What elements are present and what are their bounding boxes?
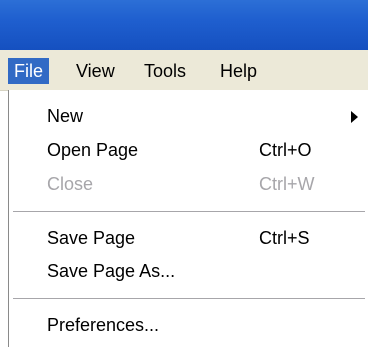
menu-view[interactable]: View — [70, 58, 121, 84]
menu-item-preferences-label: Preferences... — [47, 315, 160, 335]
submenu-arrow-icon — [351, 111, 358, 123]
menu-item-save-page-as[interactable]: Save Page As... — [47, 258, 367, 284]
shortcut-open-page: Ctrl+O — [259, 140, 312, 160]
menu-item-save-page-label: Save Page — [47, 228, 136, 248]
menu-item-close-label: Close — [47, 174, 94, 194]
menu-file[interactable]: File — [8, 58, 50, 84]
file-menu-dropdown: New Open Page Ctrl+O Close Ctrl+W Save P… — [8, 90, 368, 347]
shortcut-close: Ctrl+W — [259, 174, 315, 194]
menu-help[interactable]: Help — [214, 58, 263, 84]
menu-separator — [13, 298, 365, 300]
menubar: File View Tools Help — [0, 50, 368, 91]
menu-item-save-page[interactable]: Save Page Ctrl+S — [47, 225, 367, 251]
menu-item-open-page[interactable]: Open Page Ctrl+O — [47, 137, 367, 163]
menu-tools[interactable]: Tools — [138, 58, 192, 84]
shortcut-save-page: Ctrl+S — [259, 228, 310, 248]
menu-item-new[interactable]: New — [47, 103, 367, 129]
menu-item-open-page-label: Open Page — [47, 140, 139, 160]
menu-item-save-page-as-label: Save Page As... — [47, 261, 176, 281]
menu-item-close: Close Ctrl+W — [47, 171, 367, 197]
window-titlebar — [0, 0, 368, 50]
menu-item-preferences[interactable]: Preferences... — [47, 312, 367, 338]
menu-separator — [13, 211, 365, 213]
menu-item-new-label: New — [47, 106, 84, 126]
